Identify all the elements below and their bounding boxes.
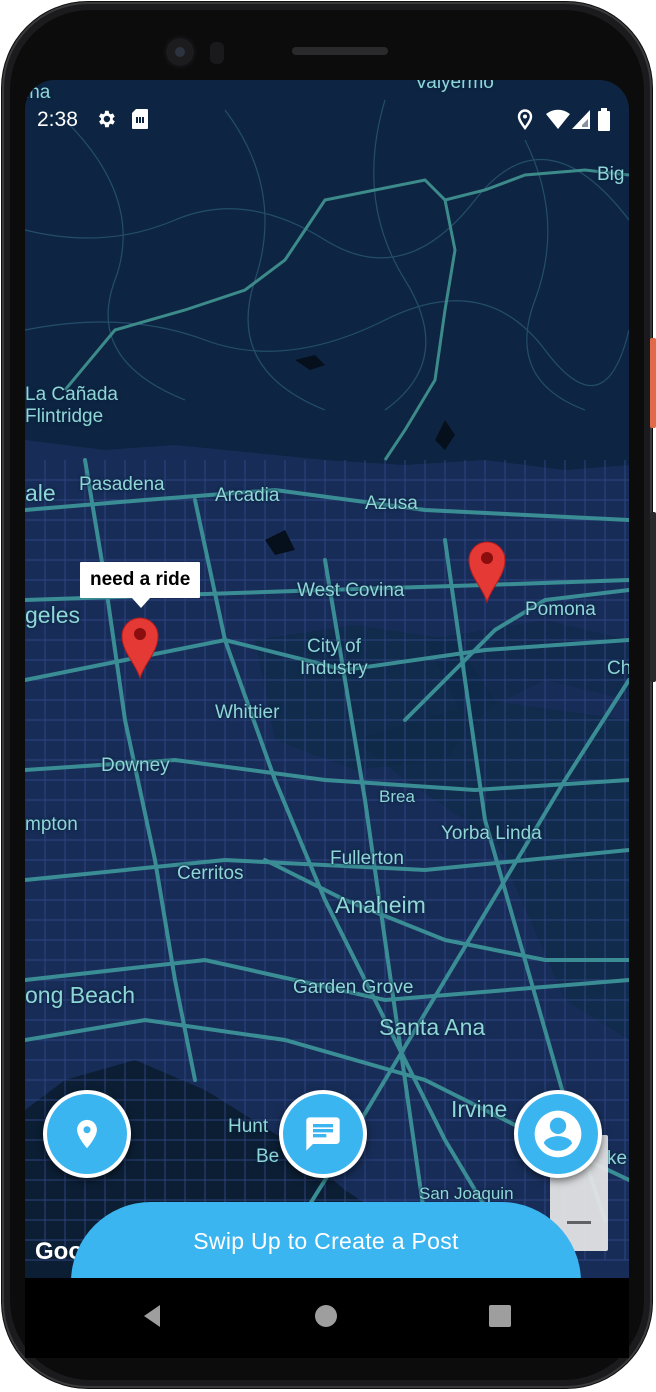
map-label-lake: ke	[607, 1148, 628, 1169]
map-marker-pomona[interactable]	[467, 538, 507, 604]
map-label-irvine: Irvine	[451, 1096, 508, 1122]
marker-info-window[interactable]: need a ride	[80, 562, 201, 608]
map-label-yorba-linda: Yorba Linda	[441, 823, 542, 844]
home-icon[interactable]	[314, 1304, 338, 1328]
sim-card-icon	[132, 109, 148, 129]
messages-button[interactable]	[279, 1090, 367, 1178]
map-label-downey: Downey	[101, 755, 170, 776]
map-label-brea: Brea	[379, 787, 415, 806]
proximity-sensor	[210, 42, 224, 64]
recents-icon[interactable]	[488, 1304, 512, 1328]
settings-icon	[99, 110, 115, 128]
map-label-azusa: Azusa	[365, 493, 418, 514]
map-label-city-of: City of	[307, 636, 361, 657]
map-label-compton: mpton	[25, 814, 78, 835]
chat-icon	[306, 1117, 340, 1151]
map-label-garden-grove: Garden Grove	[293, 977, 414, 998]
map-label-arcadia: Arcadia	[215, 485, 280, 506]
map-label-santa-ana: Santa Ana	[379, 1014, 486, 1040]
battery-icon	[598, 108, 610, 131]
location-icon	[517, 109, 533, 130]
profile-button[interactable]	[514, 1090, 602, 1178]
map-label-ch: Ch	[607, 658, 629, 679]
front-camera	[166, 38, 194, 66]
map-label-flintridge: Flintridge	[25, 406, 104, 427]
power-button	[650, 338, 656, 428]
zoom-out-icon[interactable]	[567, 1221, 591, 1224]
map-label-pasadena: Pasadena	[79, 474, 165, 495]
map-label-la-canada: La Cañada	[25, 384, 118, 405]
map-label-huntington: Hunt	[228, 1116, 269, 1137]
map-label-industry: Industry	[300, 658, 368, 679]
map-label-angeles: geles	[25, 602, 80, 628]
status-time: 2:38	[37, 108, 78, 131]
app-screen: Valyermo lna Big La Cañada Flintridge al…	[25, 80, 629, 1358]
map-label-whittier: Whittier	[215, 702, 280, 723]
status-bar: 2:38	[25, 80, 629, 131]
map-label-san-joaquin: San Joaquin	[419, 1184, 514, 1203]
map-label-beach: Be	[256, 1146, 280, 1167]
map-label-anaheim: Anaheim	[335, 892, 426, 918]
back-icon[interactable]	[140, 1303, 164, 1329]
my-location-button[interactable]	[43, 1090, 131, 1178]
volume-button	[650, 512, 656, 682]
location-pin-icon	[77, 1119, 97, 1149]
map-label-pomona: Pomona	[525, 599, 596, 620]
map-label-fullerton: Fullerton	[330, 848, 404, 869]
map-label-dale: ale	[25, 480, 56, 506]
map-label-cerritos: Cerritos	[177, 863, 244, 884]
map-label-long-beach: ong Beach	[25, 982, 135, 1008]
signal-icon	[572, 110, 590, 129]
map-label-west-covina: West Covina	[297, 580, 405, 601]
account-icon	[534, 1110, 582, 1158]
earpiece-speaker	[292, 47, 388, 55]
map-marker-ride-request[interactable]	[120, 614, 160, 680]
map-label-big: Big	[597, 164, 625, 185]
wifi-icon	[546, 109, 570, 129]
